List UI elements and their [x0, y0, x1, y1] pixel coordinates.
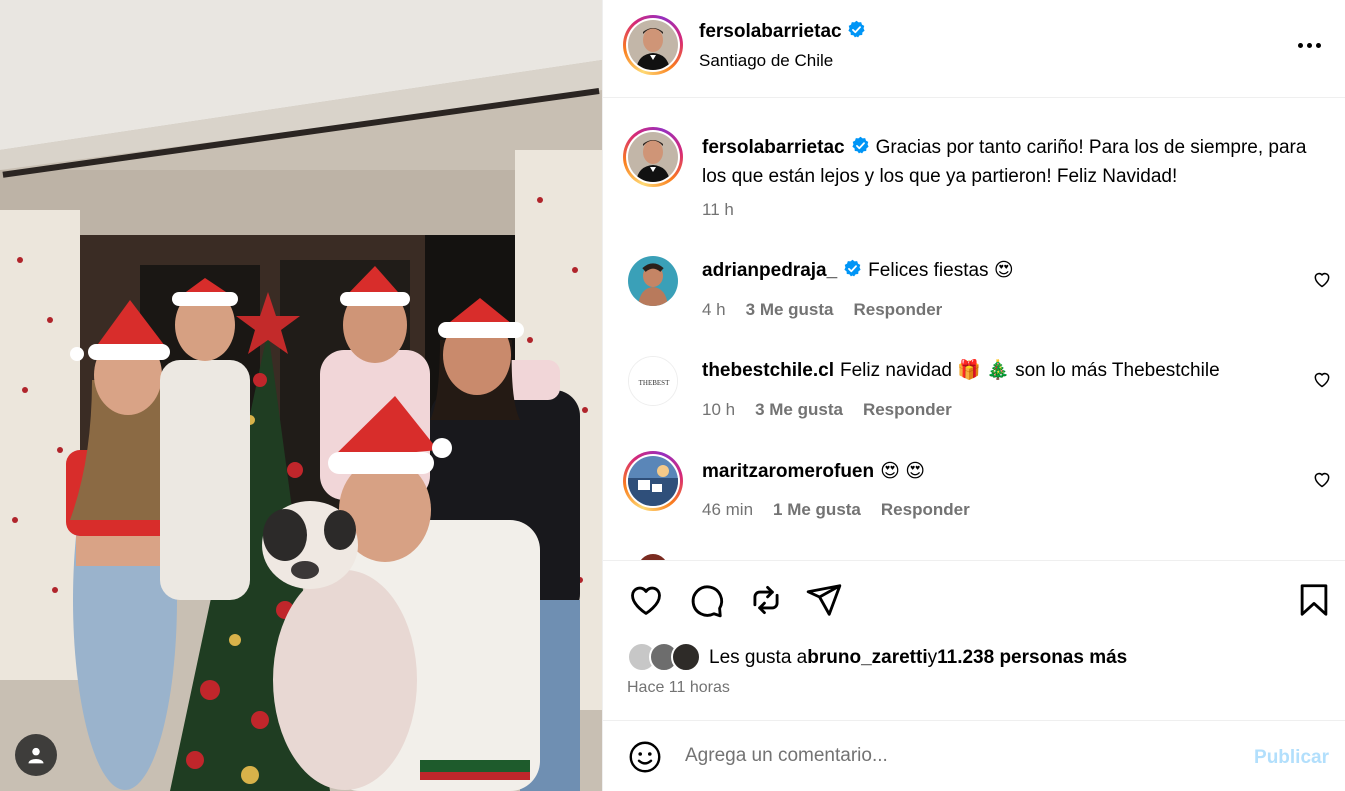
comment-time[interactable]: 46 min — [702, 500, 753, 520]
comment-likes[interactable]: 3 Me gusta — [746, 300, 834, 320]
reply-button[interactable]: Responder — [863, 400, 952, 420]
user-tag-button[interactable] — [15, 734, 57, 776]
save-bookmark-icon[interactable] — [1295, 581, 1333, 619]
post-photo[interactable] — [0, 0, 602, 791]
reply-button[interactable]: Responder — [881, 500, 970, 520]
comment-likes[interactable]: 3 Me gusta — [755, 400, 843, 420]
heart-icon[interactable] — [1312, 369, 1332, 389]
repost-icon[interactable] — [747, 581, 785, 619]
more-options-icon — [1297, 42, 1321, 48]
comment-input[interactable] — [685, 739, 1225, 773]
publish-button[interactable]: Publicar — [1254, 747, 1329, 769]
comment-avatar[interactable] — [623, 451, 683, 511]
post-timestamp[interactable]: Hace 11 horas — [627, 679, 730, 697]
comments-list[interactable]: fersolabarrietac Gracias por tanto cariño… — [603, 99, 1345, 560]
comment-text: Felices fiestas 😍 — [868, 260, 1014, 281]
share-icon[interactable] — [805, 581, 843, 619]
liker-avatar — [671, 642, 701, 672]
svg-text:THEBEST: THEBEST — [639, 379, 670, 387]
author-avatar[interactable] — [623, 15, 683, 75]
comment-username[interactable]: maritzaromerofuen — [702, 461, 874, 482]
user-tag-icon — [28, 747, 44, 764]
verified-badge-icon — [844, 259, 861, 277]
caption-text-block: fersolabarrietac Gracias por tanto cariño… — [702, 133, 1322, 191]
likes-middle: y — [927, 647, 938, 668]
liker-username[interactable]: bruno_zaretti — [807, 647, 927, 669]
caption-time[interactable]: 11 h — [702, 200, 734, 220]
author-avatar-image — [628, 20, 678, 70]
likes-summary: Les gusta a bruno_zaretti y 11.238 perso… — [627, 641, 1127, 675]
post-location[interactable]: Santiago de Chile — [699, 51, 833, 71]
verified-badge-icon — [848, 20, 865, 38]
comment-avatar[interactable] — [628, 256, 678, 306]
post-detail-panel: fersolabarrietac Santiago de Chile ferso… — [602, 0, 1345, 791]
caption-meta: 11 h — [702, 200, 734, 220]
heart-icon[interactable] — [627, 581, 665, 619]
comment-username[interactable]: thebestchile.cl — [702, 360, 834, 381]
comment-text: 😍 😍 — [880, 461, 926, 482]
author-username[interactable]: fersolabarrietac — [699, 21, 842, 42]
likes-prefix: Les gusta a — [709, 647, 808, 668]
caption-author-avatar[interactable] — [623, 127, 683, 187]
reply-button[interactable]: Responder — [854, 300, 943, 320]
caption-author-username[interactable]: fersolabarrietac — [702, 137, 845, 158]
comment-icon[interactable] — [687, 581, 725, 619]
comment-username[interactable]: adrianpedraja_ — [702, 260, 837, 281]
comment-meta: 10 h 3 Me gusta Responder — [702, 400, 952, 420]
post-header: fersolabarrietac Santiago de Chile — [603, 0, 1345, 98]
comment-text: Feliz navidad 🎁 🎄 son lo más Thebestchil… — [840, 360, 1220, 381]
more-options-button[interactable] — [1294, 30, 1324, 60]
verified-badge-icon — [852, 136, 869, 154]
comment-avatar[interactable]: THEBEST — [628, 356, 678, 406]
comment-time[interactable]: 10 h — [702, 400, 735, 420]
family-christmas-photo — [0, 0, 602, 791]
comment-meta: 4 h 3 Me gusta Responder — [702, 300, 942, 320]
heart-icon[interactable] — [1312, 469, 1332, 489]
comment-composer: Publicar — [603, 720, 1345, 791]
heart-icon[interactable] — [1312, 269, 1332, 289]
post-actions: Les gusta a bruno_zaretti y 11.238 perso… — [603, 560, 1345, 720]
likes-count[interactable]: 11.238 personas más — [937, 647, 1127, 669]
liker-avatars[interactable] — [627, 642, 705, 674]
caption-author-avatar-image — [628, 132, 678, 182]
comment-likes[interactable]: 1 Me gusta — [773, 500, 861, 520]
comment-time[interactable]: 4 h — [702, 300, 726, 320]
comment-meta: 46 min 1 Me gusta Responder — [702, 500, 970, 520]
emoji-icon[interactable] — [627, 739, 663, 775]
